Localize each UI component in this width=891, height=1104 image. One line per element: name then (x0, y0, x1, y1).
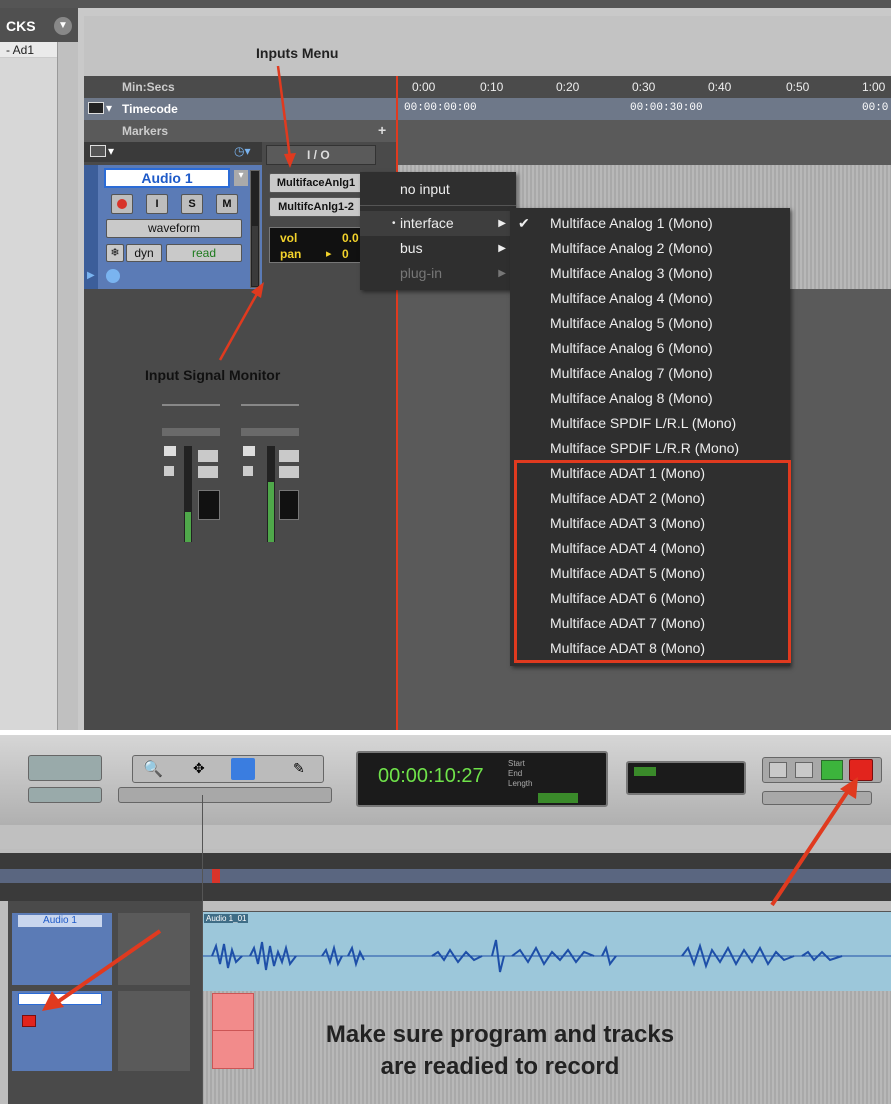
arrow-to-record-button (770, 789, 850, 907)
menu-item-no-input[interactable]: no input (360, 177, 516, 202)
submenu-item-label: Multiface SPDIF L/R.R (Mono) (550, 440, 740, 456)
menu-item-interface[interactable]: • interface ▶ (360, 211, 516, 236)
submenu-item[interactable]: Multiface Analog 6 (Mono) (510, 336, 790, 361)
submenu-item-label: Multiface Analog 1 (Mono) (550, 215, 713, 231)
pro-tools-edit-window-top: CKS ▼ - Ad1 Min:Secs ▾ Timecode Markers … (0, 0, 891, 730)
menu-item-bus[interactable]: bus ▶ (360, 236, 516, 261)
submenu-item[interactable]: Multiface Analog 4 (Mono) (510, 286, 790, 311)
arrow-to-inputs-menu (276, 65, 292, 159)
submenu-arrow-icon: ▶ (498, 243, 506, 254)
mini-mixer-strip-1 (162, 404, 220, 542)
submenu-item-label: Multiface Analog 3 (Mono) (550, 265, 713, 281)
submenu-item-label: Multiface Analog 4 (Mono) (550, 290, 713, 306)
input-menu: no input • interface ▶ bus ▶ plug-in ▶ (360, 172, 516, 290)
menu-item-plug-in[interactable]: plug-in ▶ (360, 261, 516, 286)
pro-tools-edit-window-bottom: 🔍 ✥ ✎ 00:00:10:27 Start End Length Audio… (0, 735, 891, 1104)
submenu-item[interactable]: Multiface Analog 3 (Mono) (510, 261, 790, 286)
submenu-item[interactable]: Multiface SPDIF L/R.R (Mono) (510, 436, 790, 461)
checkmark-icon: ✔ (518, 215, 530, 231)
submenu-item[interactable]: Multiface Analog 7 (Mono) (510, 361, 790, 386)
bottom-annotation-arrows (42, 777, 858, 1011)
submenu-item-label: Multiface Analog 6 (Mono) (550, 340, 713, 356)
submenu-item[interactable]: Multiface Analog 5 (Mono) (510, 311, 790, 336)
arrow-head-inputs-menu (284, 153, 296, 168)
submenu-item[interactable]: ✔ Multiface Analog 1 (Mono) (510, 211, 790, 236)
submenu-item[interactable]: Multiface Analog 8 (Mono) (510, 386, 790, 411)
submenu-arrow-icon: ▶ (498, 218, 506, 229)
submenu-item-label: Multiface SPDIF L/R.L (Mono) (550, 415, 737, 431)
submenu-item[interactable]: Multiface Analog 2 (Mono) (510, 236, 790, 261)
submenu-arrow-icon: ▶ (498, 268, 506, 279)
mini-mixer-strip-2 (241, 404, 299, 542)
submenu-item-label: Multiface Analog 7 (Mono) (550, 365, 713, 381)
adat-highlight-box (514, 460, 791, 663)
submenu-item-label: Multiface Analog 2 (Mono) (550, 240, 713, 256)
arrow-head-signal-monitor (251, 282, 264, 298)
arrow-to-signal-monitor (218, 291, 260, 361)
submenu-item[interactable]: Multiface SPDIF L/R.L (Mono) (510, 411, 790, 436)
arrow-to-track-record (54, 929, 162, 1005)
submenu-item-label: Multiface Analog 8 (Mono) (550, 390, 713, 406)
submenu-item-label: Multiface Analog 5 (Mono) (550, 315, 713, 331)
